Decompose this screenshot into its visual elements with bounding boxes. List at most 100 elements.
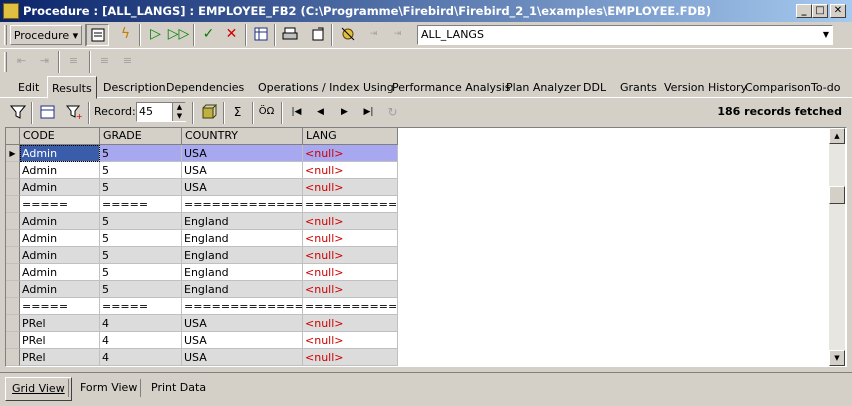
row-indicator[interactable]	[6, 196, 20, 213]
row-indicator[interactable]	[6, 315, 20, 332]
grid-cell-country[interactable]: England	[182, 247, 303, 264]
filter-add-icon[interactable]: +	[62, 102, 85, 124]
row-indicator[interactable]	[6, 162, 20, 179]
grid-cell-lang[interactable]: <null>	[303, 349, 398, 366]
grid-cell-code[interactable]: Admin	[20, 162, 100, 179]
grid-cell-lang[interactable]: <null>	[303, 162, 398, 179]
grid-cell-code[interactable]: Admin	[20, 247, 100, 264]
grid-cell-lang[interactable]: <null>	[303, 145, 398, 162]
filter-icon[interactable]	[6, 102, 29, 124]
grid-cell-lang[interactable]: <null>	[303, 213, 398, 230]
grid-cell-grade[interactable]: 5	[100, 264, 182, 281]
grid-cell-code[interactable]: Admin	[20, 145, 100, 162]
tab-description[interactable]: Description	[99, 78, 170, 97]
debug-icon[interactable]	[336, 24, 359, 46]
row-indicator[interactable]	[6, 179, 20, 196]
grid-cell-lang[interactable]: ==============	[303, 196, 398, 213]
grid-cell-lang[interactable]: <null>	[303, 264, 398, 281]
scroll-down-arrow-icon[interactable]: ▼	[829, 350, 845, 366]
prior-record-icon[interactable]: ◀	[309, 102, 332, 124]
grid-cell-code[interactable]: Admin	[20, 179, 100, 196]
grid-cell-lang[interactable]: <null>	[303, 247, 398, 264]
column-header-code[interactable]: CODE	[20, 128, 100, 145]
next-record-icon[interactable]: ▶	[333, 102, 356, 124]
bottom-tab-print-data[interactable]: Print Data	[145, 377, 212, 399]
grid-cell-code[interactable]: Admin	[20, 281, 100, 298]
grid-cell-lang[interactable]: <null>	[303, 315, 398, 332]
row-indicator[interactable]	[6, 298, 20, 315]
rollback-icon[interactable]: ✕	[220, 24, 243, 46]
tab-grants[interactable]: Grants	[616, 78, 661, 97]
compile-icon[interactable]	[86, 24, 109, 46]
tab-to-do[interactable]: To-do	[807, 78, 844, 97]
print-icon[interactable]	[278, 24, 301, 46]
close-button[interactable]: ✕	[830, 4, 846, 18]
grid-cell-country[interactable]: USA	[182, 162, 303, 179]
grid-cell-grade[interactable]: 5	[100, 247, 182, 264]
tab-ddl[interactable]: DDL	[579, 78, 610, 97]
minimize-button[interactable]: _	[796, 4, 812, 18]
export-icon[interactable]	[306, 24, 329, 46]
maximize-button[interactable]: □	[812, 4, 828, 18]
grid-cell-grade[interactable]: 5	[100, 281, 182, 298]
chevron-down-icon[interactable]: ▼	[820, 27, 832, 43]
procedure-menu-button[interactable]: Procedure ▾	[10, 25, 82, 45]
grid-cell-country[interactable]: England	[182, 281, 303, 298]
grid-cell-grade[interactable]: 5	[100, 213, 182, 230]
row-indicator[interactable]	[6, 349, 20, 366]
grid-cell-grade[interactable]: =====	[100, 196, 182, 213]
run-icon[interactable]: ▷	[144, 24, 167, 46]
column-header-grade[interactable]: GRADE	[100, 128, 182, 145]
scrollbar-thumb[interactable]	[829, 186, 845, 204]
tab-plan-analyzer[interactable]: Plan Analyzer	[502, 78, 585, 97]
grid-cell-grade[interactable]: =====	[100, 298, 182, 315]
grid-cell-grade[interactable]: 4	[100, 315, 182, 332]
table-icon[interactable]	[249, 24, 272, 46]
grid-cell-country[interactable]: USA	[182, 315, 303, 332]
row-indicator[interactable]	[6, 281, 20, 298]
column-header-country[interactable]: COUNTRY	[182, 128, 303, 145]
grid-cell-grade[interactable]: 4	[100, 349, 182, 366]
commit-icon[interactable]: ✓	[197, 24, 220, 46]
grid-cell-lang[interactable]: <null>	[303, 179, 398, 196]
tab-dependencies[interactable]: Dependencies	[162, 78, 248, 97]
bottom-tab-grid-view[interactable]: Grid View	[5, 377, 72, 401]
results-grid[interactable]: CODE GRADE COUNTRY LANG ▲ ▼ ▶ Admin 5 USA <n…	[5, 127, 847, 367]
grid-cell-country[interactable]: England	[182, 264, 303, 281]
grid-cell-grade[interactable]: 5	[100, 230, 182, 247]
row-indicator[interactable]	[6, 213, 20, 230]
grid-cell-grade[interactable]: 5	[100, 145, 182, 162]
grid-cell-country[interactable]: USA	[182, 349, 303, 366]
record-stepper[interactable]: ▲ ▼	[172, 103, 186, 121]
grid-cell-country[interactable]: ===============	[182, 196, 303, 213]
grid-cell-country[interactable]: USA	[182, 179, 303, 196]
row-indicator[interactable]	[6, 332, 20, 349]
vertical-scrollbar[interactable]: ▲ ▼	[829, 128, 845, 366]
tab-version-history[interactable]: Version History	[660, 78, 751, 97]
grid-cell-country[interactable]: ===============	[182, 298, 303, 315]
row-indicator[interactable]	[6, 247, 20, 264]
grid-cell-code[interactable]: Admin	[20, 213, 100, 230]
row-indicator[interactable]	[6, 230, 20, 247]
sum-icon[interactable]: Σ	[226, 102, 249, 124]
procedure-name-select[interactable]: ALL_LANGS	[417, 25, 833, 45]
tab-performance-analysis[interactable]: Performance Analysis	[388, 78, 515, 97]
grid-cell-grade[interactable]: 4	[100, 332, 182, 349]
grid-cell-lang[interactable]: <null>	[303, 230, 398, 247]
tab-operations-index-using[interactable]: Operations / Index Using	[254, 78, 398, 97]
tab-edit[interactable]: Edit	[14, 78, 43, 97]
grid-cell-code[interactable]: =====	[20, 196, 100, 213]
grid-cell-code[interactable]: Admin	[20, 264, 100, 281]
grid-options-icon[interactable]	[36, 102, 59, 124]
column-header-lang[interactable]: LANG	[303, 128, 398, 145]
grid-cell-grade[interactable]: 5	[100, 162, 182, 179]
grid-cell-lang[interactable]: ==============	[303, 298, 398, 315]
scroll-up-arrow-icon[interactable]: ▲	[829, 128, 845, 144]
tab-results[interactable]: Results	[47, 76, 97, 99]
unicode-icon[interactable]: ÖΩ	[255, 102, 278, 124]
grid-cell-code[interactable]: PRel	[20, 349, 100, 366]
grid-cell-code[interactable]: =====	[20, 298, 100, 315]
tab-comparison[interactable]: Comparison	[741, 78, 815, 97]
grid-cell-code[interactable]: Admin	[20, 230, 100, 247]
grid-cell-grade[interactable]: 5	[100, 179, 182, 196]
